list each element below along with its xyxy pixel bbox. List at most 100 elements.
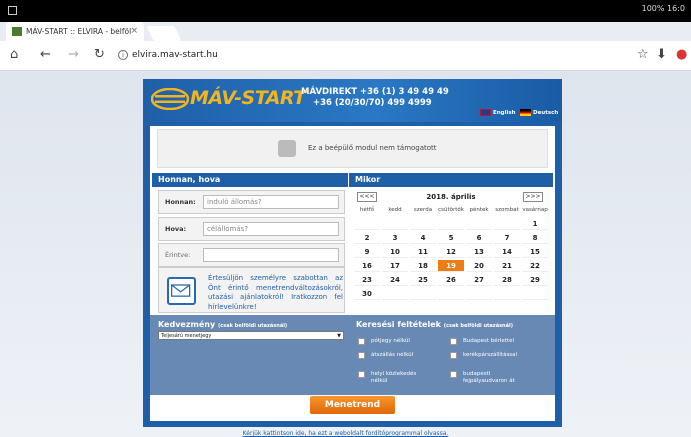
puzzle-piece-icon <box>278 140 296 157</box>
calendar-header: <<< 2018. április >>> <box>353 190 549 204</box>
next-month-button[interactable]: >>> <box>523 192 543 202</box>
calendar-day[interactable]: 1 <box>522 218 548 230</box>
newsletter-box[interactable]: Értesüljön személyre szabottan az Önt ér… <box>158 267 345 313</box>
plugin-message: Ez a beépülő modul nem támogatott <box>308 144 437 152</box>
site-info-icon[interactable]: i <box>118 50 128 60</box>
back-arrow-icon[interactable]: ← <box>40 48 51 62</box>
via-label: Érintve: <box>165 251 191 259</box>
checkbox[interactable] <box>358 371 365 378</box>
calendar-day[interactable]: 6 <box>466 232 492 244</box>
calendar-day[interactable]: 28 <box>494 274 520 286</box>
calendar-day[interactable]: 15 <box>522 246 548 258</box>
calendar-empty-cell <box>494 218 520 230</box>
from-to-section-title: Honnan, hova <box>152 173 348 187</box>
calendar-day[interactable]: 13 <box>466 246 492 258</box>
lang-german-link[interactable]: Deutsch <box>520 109 558 116</box>
from-row: Honnan: induló állomás? <box>158 190 345 214</box>
calendar-empty-cell <box>466 288 492 300</box>
status-bar: 100% 16:0 <box>0 0 691 22</box>
checkbox[interactable] <box>358 338 365 345</box>
calendar-day[interactable]: 25 <box>410 274 436 286</box>
translation-help-link[interactable]: Kérjük kattintson ide, ha ezt a weboldal… <box>0 430 691 437</box>
weekday-header: péntek <box>469 207 489 213</box>
home-icon[interactable]: ⌂ <box>10 48 18 62</box>
calendar-day[interactable]: 24 <box>382 274 408 286</box>
discount-select[interactable]: Teljesárú menetjegy ▼ <box>158 331 344 340</box>
to-row: Hova: célállomás? <box>158 217 345 241</box>
checkbox[interactable] <box>358 352 365 359</box>
checkbox[interactable] <box>450 338 457 345</box>
reload-icon[interactable]: ↻ <box>94 48 105 62</box>
calendar-day[interactable]: 16 <box>354 260 380 272</box>
date-calendar: <<< 2018. április >>> hétfő kedd szerda csü… <box>353 190 549 307</box>
calendar-day[interactable]: 9 <box>354 246 380 258</box>
dropdown-arrow-icon: ▼ <box>337 333 341 339</box>
hotline-line-2: +36 (20/30/70) 499 4999 <box>313 98 432 108</box>
tab-close-button[interactable]: × <box>130 22 138 41</box>
site-logo-text[interactable]: MÁV-START <box>190 87 306 109</box>
calendar-empty-cell <box>438 288 464 300</box>
calendar-day[interactable]: 3 <box>382 232 408 244</box>
calendar-day[interactable]: 18 <box>410 260 436 272</box>
weekday-header: kedd <box>388 207 402 213</box>
options-panel: Kedvezmény (csak belföldi utazásnál) Tel… <box>150 315 555 395</box>
checkbox[interactable] <box>450 352 457 359</box>
calendar-empty-cell <box>410 218 436 230</box>
checkbox[interactable] <box>450 371 457 378</box>
browser-tab[interactable]: MÁV-START :: ELVIRA - belföl × <box>6 22 144 41</box>
to-input[interactable]: célállomás? <box>203 222 339 236</box>
weekday-header: csütörtök <box>438 207 464 213</box>
calendar-empty-cell <box>410 288 436 300</box>
new-tab-button[interactable] <box>146 26 182 41</box>
envelope-icon <box>167 277 196 305</box>
when-section-title: Mikor <box>349 173 553 187</box>
calendar-day[interactable]: 4 <box>410 232 436 244</box>
via-input[interactable] <box>203 248 339 262</box>
opera-icon[interactable]: ● <box>676 48 687 62</box>
notification-icon <box>8 6 17 15</box>
via-row: Érintve: <box>158 243 345 267</box>
calendar-day[interactable]: 11 <box>410 246 436 258</box>
bookmark-star-icon[interactable]: ☆ <box>637 48 649 62</box>
calendar-empty-cell <box>382 218 408 230</box>
calendar-empty-cell <box>466 218 492 230</box>
url-field[interactable]: elvira.mav-start.hu <box>132 50 218 60</box>
download-icon[interactable]: ⬇ <box>656 48 667 62</box>
forward-arrow-icon[interactable]: → <box>68 48 79 62</box>
calendar-day[interactable]: 2 <box>354 232 380 244</box>
calendar-day[interactable]: 19 <box>438 260 464 272</box>
calendar-day[interactable]: 21 <box>494 260 520 272</box>
calendar-empty-cell <box>382 288 408 300</box>
address-bar: ⌂ ← → ↻ i elvira.mav-start.hu ☆ ⬇ ● <box>0 41 691 71</box>
tab-title: MÁV-START :: ELVIRA - belföl <box>26 27 132 36</box>
calendar-day[interactable]: 22 <box>522 260 548 272</box>
calendar-empty-cell <box>522 288 548 300</box>
calendar-day[interactable]: 8 <box>522 232 548 244</box>
calendar-day[interactable]: 10 <box>382 246 408 258</box>
uk-flag-icon <box>480 109 491 116</box>
calendar-day[interactable]: 23 <box>354 274 380 286</box>
newsletter-text: Értesüljön személyre szabottan az Önt ér… <box>208 274 343 311</box>
calendar-day[interactable]: 14 <box>494 246 520 258</box>
calendar-empty-cell <box>494 288 520 300</box>
weekday-header: szerda <box>413 207 433 213</box>
calendar-day[interactable]: 27 <box>466 274 492 286</box>
from-input[interactable]: induló állomás? <box>203 195 339 209</box>
mav-logo-icon <box>151 88 189 110</box>
site-header: MÁV-START MÁVDIREKT +36 (1) 3 49 49 49 +… <box>143 79 562 122</box>
timetable-search-button[interactable]: Menetrend <box>310 396 395 414</box>
status-indicators: 100% 16:0 <box>641 4 685 13</box>
calendar-day[interactable]: 7 <box>494 232 520 244</box>
calendar-day[interactable]: 20 <box>466 260 492 272</box>
lang-english-link[interactable]: English <box>480 109 516 116</box>
calendar-day[interactable]: 5 <box>438 232 464 244</box>
plugin-placeholder: Ez a beépülő modul nem támogatott <box>157 129 548 168</box>
weekday-header: szombat <box>495 207 519 213</box>
calendar-day[interactable]: 17 <box>382 260 408 272</box>
calendar-day[interactable]: 30 <box>354 288 380 300</box>
from-label: Honnan: <box>165 198 196 206</box>
calendar-day[interactable]: 12 <box>438 246 464 258</box>
calendar-day[interactable]: 26 <box>438 274 464 286</box>
weekday-header: hétfő <box>359 207 375 213</box>
calendar-day[interactable]: 29 <box>522 274 548 286</box>
